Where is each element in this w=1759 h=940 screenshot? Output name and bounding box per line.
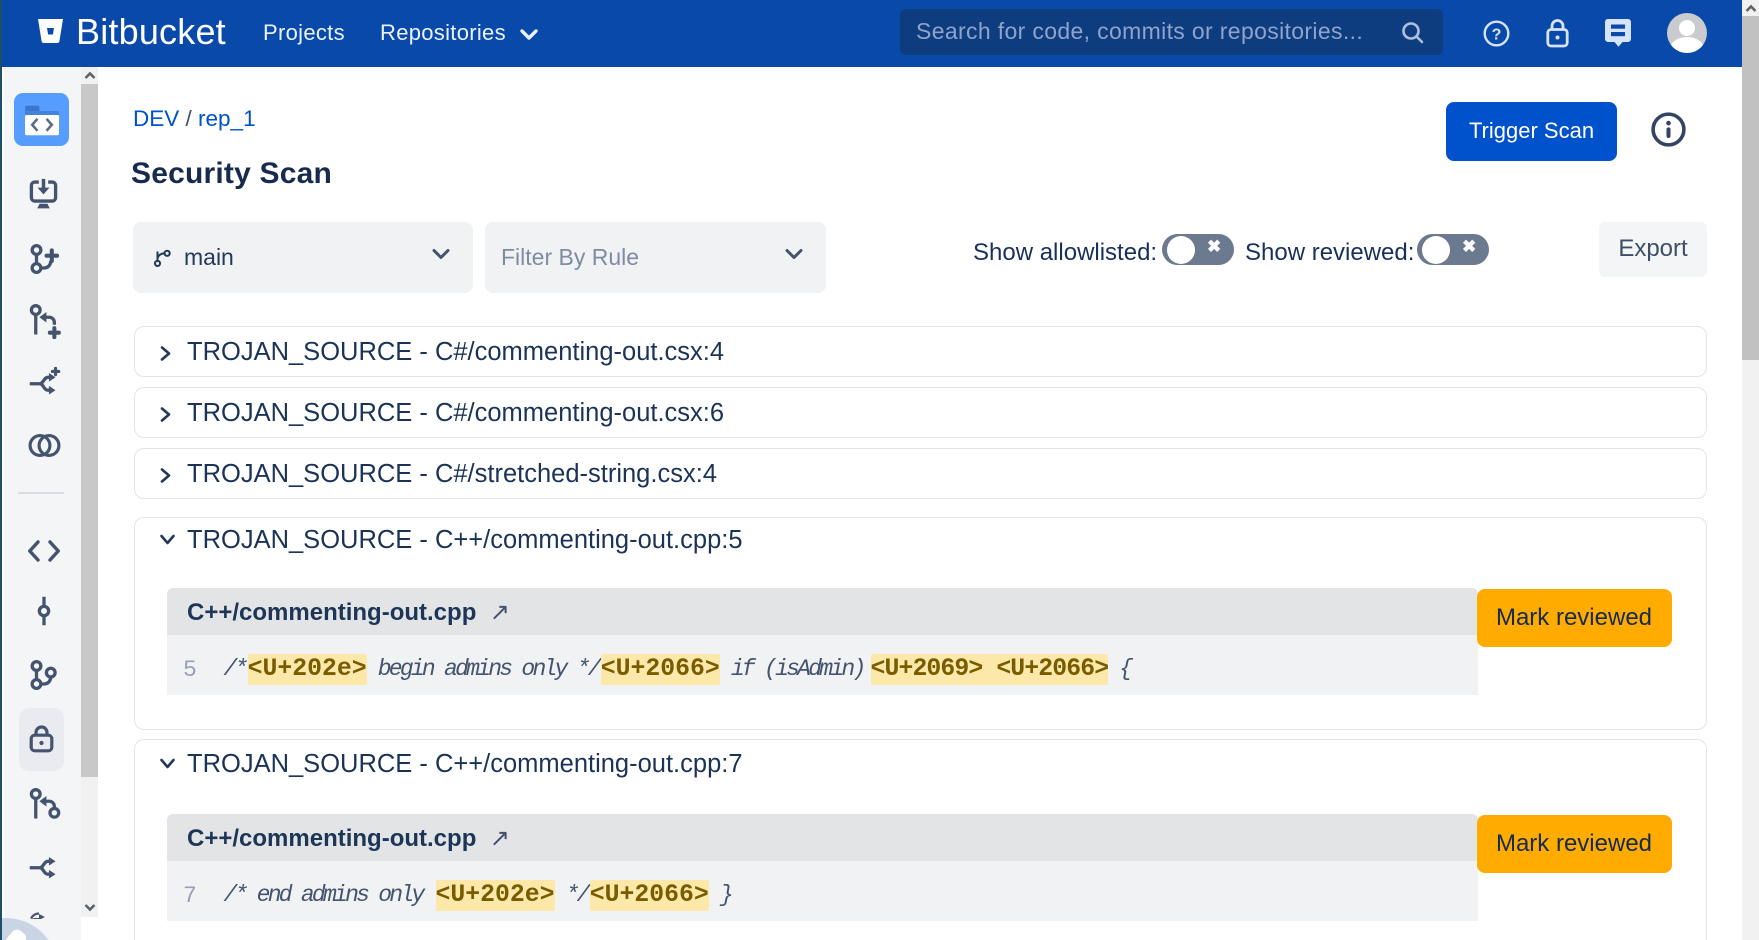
svg-text:?: ? xyxy=(1492,27,1502,44)
